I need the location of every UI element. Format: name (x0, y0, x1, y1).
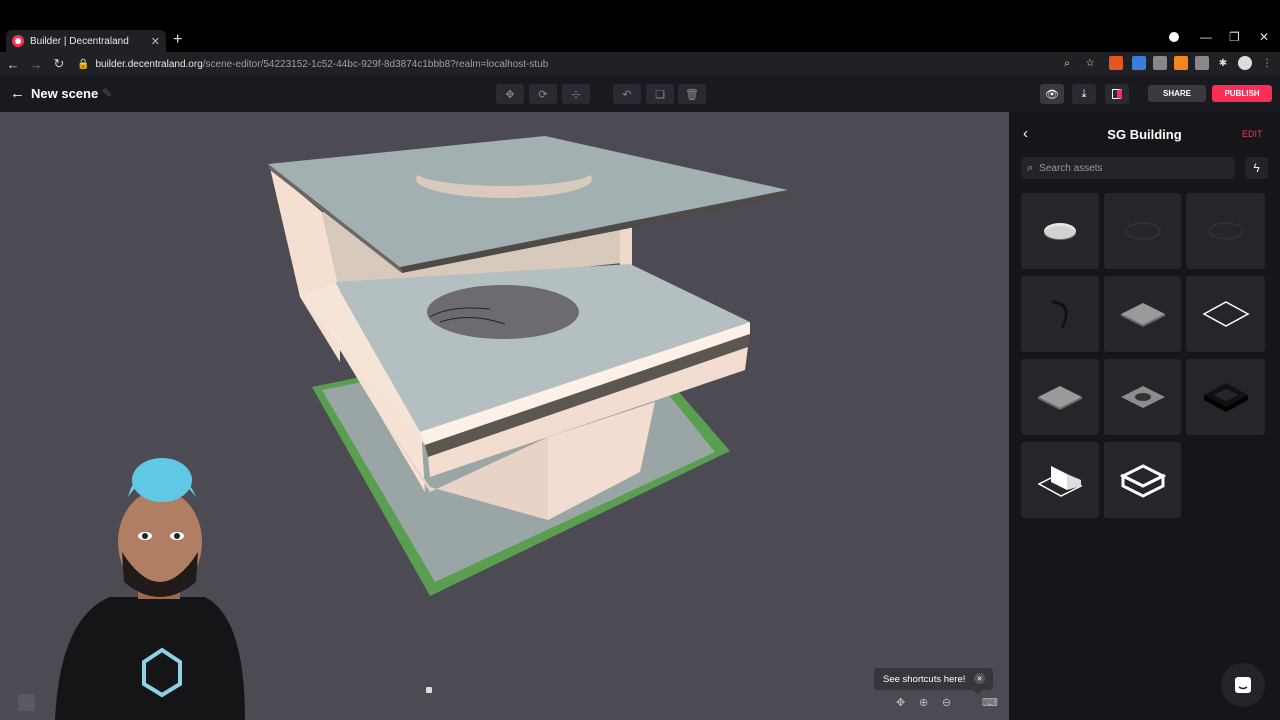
roof-hole-edge (416, 158, 592, 186)
tab-close-icon[interactable]: ✕ (151, 35, 160, 48)
browser-forward-icon[interactable]: → (26, 57, 46, 72)
origin-marker (426, 687, 432, 693)
extension-icon[interactable] (1153, 56, 1167, 70)
search-icon: ⌕ (1027, 161, 1034, 174)
decentraland-favicon-icon (12, 35, 24, 47)
bookmark-star-icon[interactable]: ☆ (1083, 56, 1097, 70)
asset-tile[interactable] (1186, 359, 1265, 435)
asset-tile[interactable] (1021, 442, 1099, 518)
keyboard-shortcuts-icon[interactable]: ⌨ (982, 696, 998, 709)
avatar-character (55, 458, 245, 720)
url-host: builder.decentraland.org (95, 58, 203, 70)
sidebar-toggle-button[interactable] (1105, 84, 1129, 104)
search-input[interactable] (1039, 162, 1220, 174)
preview-eye-button[interactable]: 👁 (1040, 84, 1064, 104)
corner-block-icon (1037, 466, 1083, 497)
browser-back-icon[interactable]: ← (3, 57, 23, 72)
minimize-icon[interactable]: — (1200, 30, 1212, 44)
box-outline-icon (1119, 464, 1166, 498)
extension-icon[interactable] (1132, 56, 1146, 70)
profile-avatar[interactable] (1238, 56, 1252, 70)
new-tab-button[interactable]: + (173, 31, 182, 49)
duplicate-button[interactable]: ❏ (646, 84, 674, 104)
lock-icon: 🔒 (77, 58, 90, 70)
browser-tabbar: Builder | Decentraland ✕ + — ❐ ✕ (0, 0, 1280, 52)
url-path: /scene-editor/54223152-1c52-44bc-929f-8d… (202, 58, 549, 70)
asset-tile[interactable] (1021, 276, 1099, 352)
undo-button[interactable]: ↶ (613, 84, 641, 104)
minimap-toggle[interactable] (18, 694, 35, 711)
floor-tile-icon (1038, 386, 1082, 410)
asset-pack-title: SG Building (1107, 127, 1182, 142)
reload-icon[interactable]: ↻ (49, 56, 69, 72)
browser-tab[interactable]: Builder | Decentraland ✕ (6, 30, 166, 52)
url-field[interactable]: builder.decentraland.org/scene-editor/54… (95, 59, 548, 70)
menu-dots-icon[interactable]: ⋮ (1260, 56, 1274, 70)
scene-render (55, 136, 788, 720)
asset-tile[interactable] (1186, 276, 1265, 352)
panel-icon (1112, 89, 1122, 99)
publish-button[interactable]: PUBLISH (1212, 85, 1272, 102)
tooltip-close-icon[interactable]: ✕ (974, 673, 985, 684)
arc-icon (1051, 300, 1068, 329)
shortcuts-tooltip: See shortcuts here! ✕ (874, 668, 993, 695)
ellipse-disc-icon (1044, 223, 1076, 240)
zoom-out-icon[interactable]: ⊖ (942, 696, 951, 709)
asset-search: ⌕ (1021, 157, 1235, 179)
lightning-icon[interactable]: ϟ (1245, 157, 1268, 179)
edit-asset-pack-button[interactable]: EDIT (1242, 129, 1263, 139)
shortcuts-tooltip-text: See shortcuts here! (883, 673, 966, 685)
thick-square-frame-icon (1203, 383, 1248, 412)
account-dot-icon[interactable] (1169, 32, 1179, 42)
scene-title: New scene (31, 86, 99, 101)
asset-tile[interactable] (1104, 359, 1181, 435)
delete-button[interactable]: 🗑 (678, 84, 706, 104)
asset-sidebar: ‹ SG Building EDIT ⌕ ϟ (1009, 112, 1280, 720)
asset-tile[interactable] (1021, 193, 1099, 269)
download-button[interactable]: ⤓ (1072, 84, 1096, 104)
extension-icon[interactable] (1109, 56, 1123, 70)
asset-tile[interactable] (1021, 359, 1099, 435)
asset-tile[interactable] (1104, 193, 1181, 269)
floor-hole (427, 285, 579, 339)
window-close-icon[interactable]: ✕ (1259, 30, 1269, 44)
chat-icon (1235, 677, 1251, 693)
share-button[interactable]: SHARE (1148, 85, 1206, 102)
tab-title: Builder | Decentraland (30, 35, 129, 47)
editor-header: ← New scene ✎ ✥ ⟳ ⊹ ↶ ❏ 🗑 👁 ⤓ SHARE PUBL… (0, 76, 1280, 112)
puzzle-icon[interactable]: ✱ (1216, 56, 1230, 70)
restore-icon[interactable]: ❐ (1229, 30, 1240, 44)
floor-with-hole-icon (1120, 386, 1165, 408)
asset-grid (1021, 193, 1265, 518)
asset-tile[interactable] (1104, 276, 1181, 352)
metamask-icon[interactable] (1174, 56, 1188, 70)
back-arrow-icon[interactable]: ← (10, 85, 25, 102)
asset-tile[interactable] (1186, 193, 1265, 269)
zoom-in-icon[interactable]: ⊕ (919, 696, 928, 709)
scene-viewport[interactable]: See shortcuts here! ✕ ✥ ⊕ ⊖ ⌨ (0, 112, 1009, 720)
floor-tile-icon (1120, 303, 1165, 327)
scale-tool-button[interactable]: ⊹ (562, 84, 590, 104)
zoom-icon[interactable]: ⌕ (1060, 56, 1074, 70)
outline-square-icon (1201, 301, 1250, 327)
pan-icon[interactable]: ✥ (896, 696, 905, 709)
thin-circle-icon (1125, 222, 1160, 240)
edit-pencil-icon[interactable]: ✎ (102, 86, 112, 100)
rotate-tool-button[interactable]: ⟳ (529, 84, 557, 104)
chat-support-button[interactable] (1221, 663, 1265, 707)
extension-icon[interactable] (1195, 56, 1209, 70)
move-tool-button[interactable]: ✥ (496, 84, 524, 104)
asset-tile[interactable] (1104, 442, 1181, 518)
thin-circle-icon (1208, 222, 1243, 240)
app-root: Builder | Decentraland ✕ + — ❐ ✕ ← → ↻ 🔒… (0, 0, 1280, 720)
